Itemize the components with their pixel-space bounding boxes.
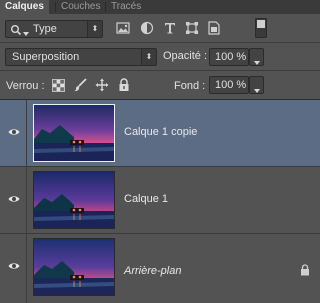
opacity-value: 100 % — [215, 51, 247, 63]
divider — [0, 70, 320, 71]
layers-panel: Calques Couches Tracés Type ⬍ Superposit… — [0, 0, 320, 303]
blend-mode-value: Superposition — [12, 51, 80, 63]
tab-calques[interactable]: Calques — [0, 0, 49, 14]
fill-slider-button[interactable] — [249, 76, 264, 94]
filter-kind-label: Type — [33, 23, 57, 35]
tab-couches[interactable]: Couches — [56, 0, 105, 14]
layer-name[interactable]: Calque 1 — [124, 193, 168, 205]
tab-traces[interactable]: Tracés — [106, 0, 146, 14]
opacity-slider-button[interactable] — [249, 48, 264, 66]
eye-icon[interactable] — [8, 194, 20, 207]
lock-transparent-pixels-icon[interactable] — [52, 79, 65, 95]
dropdown-arrows-icon: ⬍ — [87, 21, 102, 37]
type-layer-filter-icon[interactable] — [163, 21, 177, 38]
eye-icon[interactable] — [8, 261, 20, 274]
blend-mode-dropdown[interactable]: Superposition ⬍ — [5, 48, 157, 66]
lock-icon[interactable] — [300, 264, 310, 279]
opacity-input[interactable]: 100 % — [209, 48, 249, 66]
search-icon — [10, 24, 22, 39]
chevron-down-icon — [254, 56, 260, 68]
divider — [0, 42, 320, 43]
dropdown-arrows-icon: ⬍ — [141, 49, 156, 65]
lock-image-pixels-brush-icon[interactable] — [73, 78, 87, 95]
panel-tab-bar: Calques Couches Tracés — [0, 0, 320, 14]
visibility-column — [0, 167, 27, 233]
filter-toggle-switch[interactable] — [255, 18, 267, 41]
fill-label: Fond : — [174, 80, 206, 92]
layer-row-calque-1[interactable]: Calque 1 — [0, 167, 320, 234]
layer-name[interactable]: Arrière-plan — [124, 265, 181, 277]
adjustment-layer-filter-icon[interactable] — [140, 21, 154, 38]
lock-position-move-icon[interactable] — [95, 78, 109, 95]
fill-value: 100 % — [215, 79, 247, 91]
layer-thumbnail[interactable] — [33, 238, 115, 296]
lock-label: Verrou : — [6, 80, 45, 92]
layer-name[interactable]: Calque 1 copie — [124, 126, 197, 138]
opacity-label: Opacité : — [163, 50, 208, 62]
eye-icon[interactable] — [8, 127, 20, 140]
fill-input[interactable]: 100 % — [209, 76, 249, 94]
filter-kind-dropdown[interactable]: Type ⬍ — [5, 20, 103, 38]
layer-row-calque-1-copie[interactable]: Calque 1 copie — [0, 100, 320, 167]
small-down-arrow-icon — [23, 27, 29, 39]
visibility-column — [0, 234, 27, 303]
chevron-down-icon — [254, 84, 260, 96]
layer-thumbnail[interactable] — [33, 171, 115, 229]
smart-object-filter-icon[interactable] — [207, 21, 221, 38]
layer-row-arriere-plan[interactable]: Arrière-plan — [0, 234, 320, 303]
shape-layer-filter-icon[interactable] — [185, 21, 199, 38]
visibility-column — [0, 100, 27, 166]
lock-all-icon[interactable] — [118, 78, 130, 95]
layer-thumbnail[interactable] — [33, 104, 115, 162]
pixel-layer-filter-icon[interactable] — [116, 21, 130, 38]
